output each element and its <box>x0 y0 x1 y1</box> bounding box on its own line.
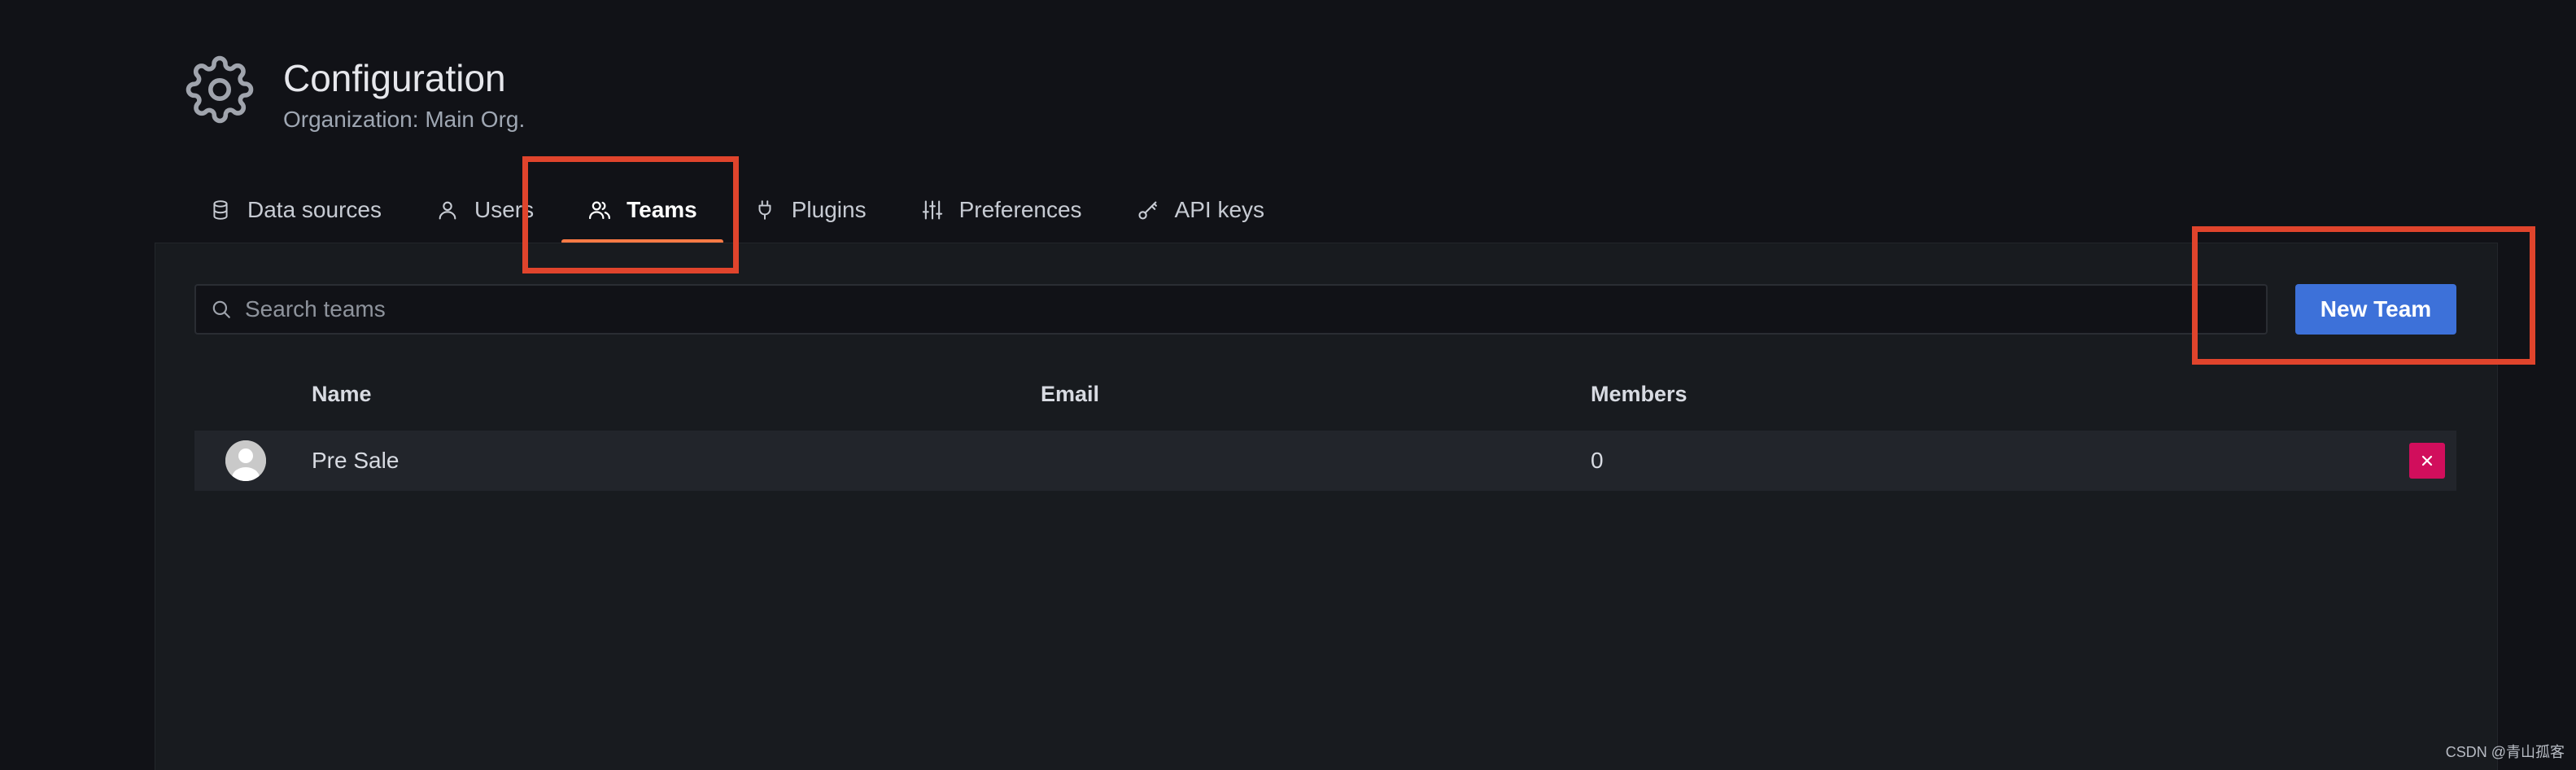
search-input[interactable] <box>243 295 2199 323</box>
tab-label: Plugins <box>791 197 867 222</box>
user-icon <box>435 198 460 222</box>
team-name[interactable]: Pre Sale <box>312 431 399 491</box>
delete-team-button[interactable] <box>2409 443 2445 479</box>
watermark: CSDN @青山孤客 <box>2445 744 2565 760</box>
database-icon <box>208 198 233 222</box>
config-tabs: Data sources Users Teams Plugins Prefere… <box>208 187 1264 244</box>
plug-icon <box>753 198 777 222</box>
search-box[interactable] <box>194 284 2268 335</box>
avatar <box>225 440 266 481</box>
tab-label: Teams <box>627 197 697 222</box>
page-title: Configuration <box>283 57 506 99</box>
tab-data-sources[interactable]: Data sources <box>208 187 382 233</box>
page-header: Configuration Organization: Main Org. <box>186 55 525 133</box>
sliders-icon <box>920 198 945 222</box>
key-icon <box>1136 198 1160 222</box>
gear-icon <box>186 55 254 124</box>
header-text: Configuration Organization: Main Org. <box>283 55 525 133</box>
column-header-name: Name <box>312 382 372 406</box>
tab-users[interactable]: Users <box>435 187 534 233</box>
search-icon <box>209 297 234 322</box>
column-header-email: Email <box>1041 382 1100 406</box>
teams-panel: New Team Name Email Members Pre Sale 0 <box>155 243 2498 770</box>
close-icon <box>2421 455 2433 466</box>
team-members-count: 0 <box>1591 448 1604 473</box>
users-icon <box>587 198 612 222</box>
tab-label: Preferences <box>958 197 1082 222</box>
column-header-members: Members <box>1591 382 1687 406</box>
page-subtitle: Organization: Main Org. <box>283 107 526 132</box>
tab-preferences[interactable]: Preferences <box>920 187 1082 233</box>
configuration-page: Configuration Organization: Main Org. Da… <box>0 0 2576 770</box>
table-row[interactable]: Pre Sale 0 <box>194 431 2456 491</box>
tab-label: Data sources <box>247 197 382 222</box>
tab-label: API keys <box>1174 197 1265 222</box>
tab-api-keys[interactable]: API keys <box>1136 187 1264 233</box>
tab-label: Users <box>474 197 535 222</box>
tab-teams[interactable]: Teams <box>561 187 723 244</box>
table-header: Name Email Members <box>194 382 2456 414</box>
new-team-button[interactable]: New Team <box>2295 284 2456 335</box>
tab-plugins[interactable]: Plugins <box>753 187 867 233</box>
